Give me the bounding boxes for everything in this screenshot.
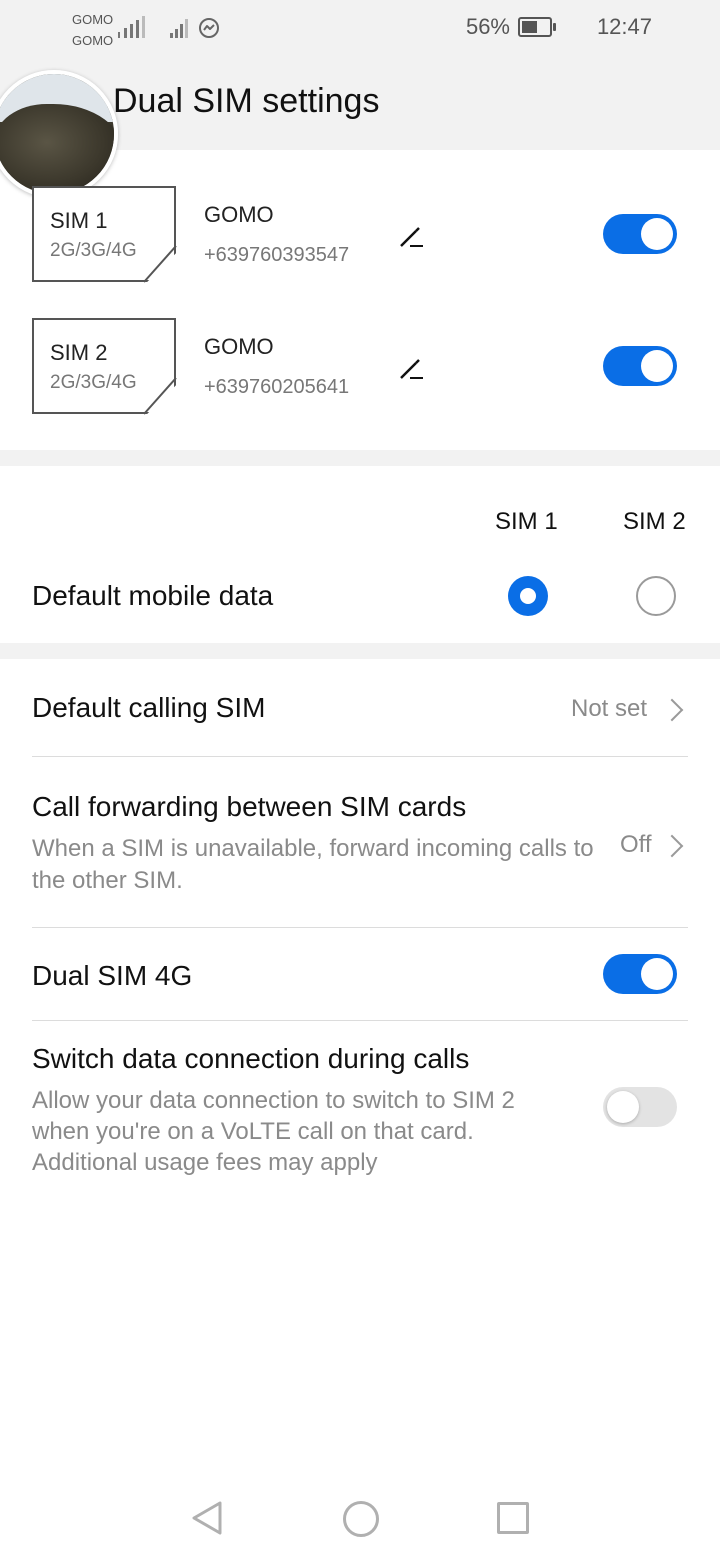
switch-data-label: Switch data connection during calls xyxy=(32,1043,470,1074)
status-right: 56% xyxy=(465,14,556,40)
sim-number: +639760205641 xyxy=(204,376,350,398)
signal-icon xyxy=(170,16,192,38)
sim-row-2: SIM 2 2G/3G/4G GOMO +639760205641 xyxy=(0,318,720,418)
sim-corner-icon xyxy=(143,246,177,283)
column-sim-2: SIM 2 xyxy=(623,508,686,535)
carrier-labels: GOMO GOMO xyxy=(72,9,113,51)
mobile-data-sim-2-radio[interactable] xyxy=(636,576,676,616)
column-sim-1: SIM 1 xyxy=(495,508,558,535)
sim-carrier: GOMO xyxy=(204,334,274,359)
navigation-bar xyxy=(0,1480,720,1560)
sim-slot-label: SIM 2 xyxy=(50,340,108,365)
chevron-right-icon xyxy=(660,698,684,722)
call-forwarding-description: When a SIM is unavailable, forward incom… xyxy=(32,835,594,894)
sim-corner-icon xyxy=(143,378,177,415)
section-divider xyxy=(0,643,720,659)
recents-icon[interactable] xyxy=(497,1502,529,1534)
sim-2-toggle[interactable] xyxy=(603,346,677,386)
carrier-2-label: GOMO xyxy=(72,33,114,48)
clock: 12:47 xyxy=(596,14,652,39)
call-forwarding-label: Call forwarding between SIM cards xyxy=(32,791,467,822)
battery-icon xyxy=(518,17,556,37)
sim-1-toggle[interactable] xyxy=(603,214,677,254)
sim-number: +639760393547 xyxy=(204,244,350,266)
edit-icon[interactable] xyxy=(396,354,426,384)
switch-data-row: Switch data connection during calls Allo… xyxy=(0,1021,720,1191)
home-icon[interactable] xyxy=(343,1501,379,1537)
dual-sim-4g-toggle[interactable] xyxy=(603,954,677,994)
sim-carrier: GOMO xyxy=(204,202,274,227)
sim-slot-label: SIM 1 xyxy=(50,208,108,233)
sim-network-type: 2G/3G/4G xyxy=(50,372,137,393)
sim-row-1: SIM 1 2G/3G/4G GOMO +639760393547 xyxy=(0,186,720,286)
avatar[interactable] xyxy=(0,70,118,198)
carrier-1-label: GOMO xyxy=(72,12,114,27)
status-bar: GOMO GOMO 56% 12:47 xyxy=(0,0,720,56)
mobile-data-sim-1-radio[interactable] xyxy=(508,576,548,616)
dual-sim-4g-label: Dual SIM 4G xyxy=(32,960,193,991)
call-forwarding-row[interactable]: Call forwarding between SIM cards When a… xyxy=(0,757,720,927)
edit-icon[interactable] xyxy=(396,222,426,252)
battery-percent: 56% xyxy=(465,14,510,39)
call-forwarding-value: Off xyxy=(620,831,652,858)
back-icon[interactable] xyxy=(190,1500,224,1536)
signal-icon xyxy=(118,14,152,38)
default-calling-value: Not set xyxy=(571,695,648,722)
messenger-icon xyxy=(199,18,219,38)
sim-network-type: 2G/3G/4G xyxy=(50,240,137,261)
chevron-right-icon xyxy=(660,834,684,858)
section-divider xyxy=(0,450,720,466)
header-area: GOMO GOMO 56% 12:47 Dual SIM settings xyxy=(0,0,720,198)
switch-data-toggle[interactable] xyxy=(603,1087,677,1127)
default-calling-row[interactable]: Default calling SIM Not set xyxy=(0,660,720,756)
default-calling-label: Default calling SIM xyxy=(32,692,266,723)
switch-data-description: Allow your data connection to switch to … xyxy=(32,1087,515,1176)
dual-sim-4g-row: Dual SIM 4G xyxy=(0,928,720,1020)
default-mobile-data-label: Default mobile data xyxy=(32,580,274,611)
page-title: Dual SIM settings xyxy=(113,82,380,120)
